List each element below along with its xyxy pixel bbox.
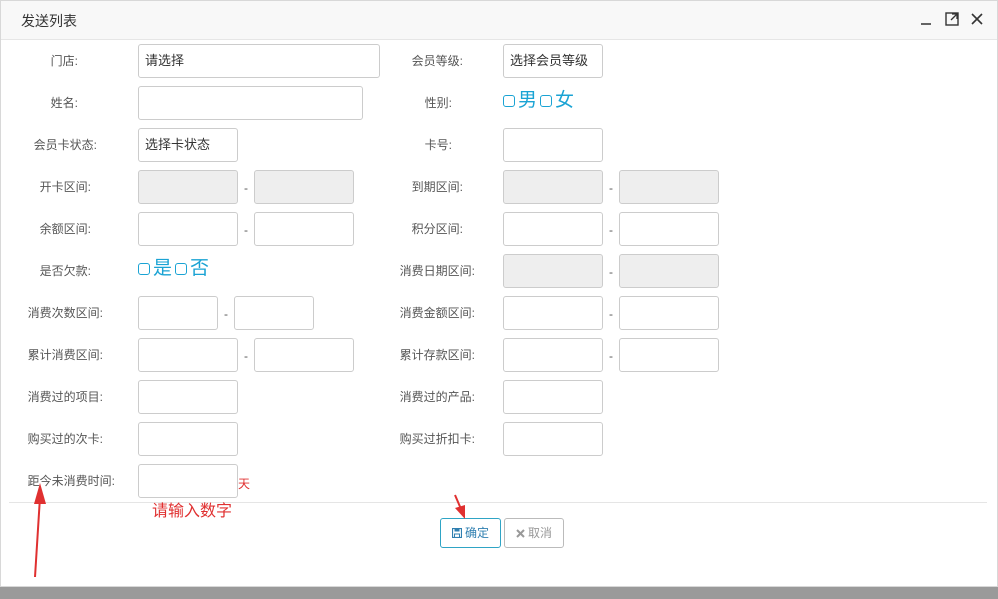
arrow-left-annotation bbox=[34, 483, 46, 578]
send-list-dialog: 发送列表 门店: 请选择 会员等级: 选择会员等级 姓名: 性别: 男女 会员卡… bbox=[0, 0, 998, 587]
arrow-confirm-annotation bbox=[454, 494, 465, 519]
arrow-annotations bbox=[34, 483, 465, 578]
